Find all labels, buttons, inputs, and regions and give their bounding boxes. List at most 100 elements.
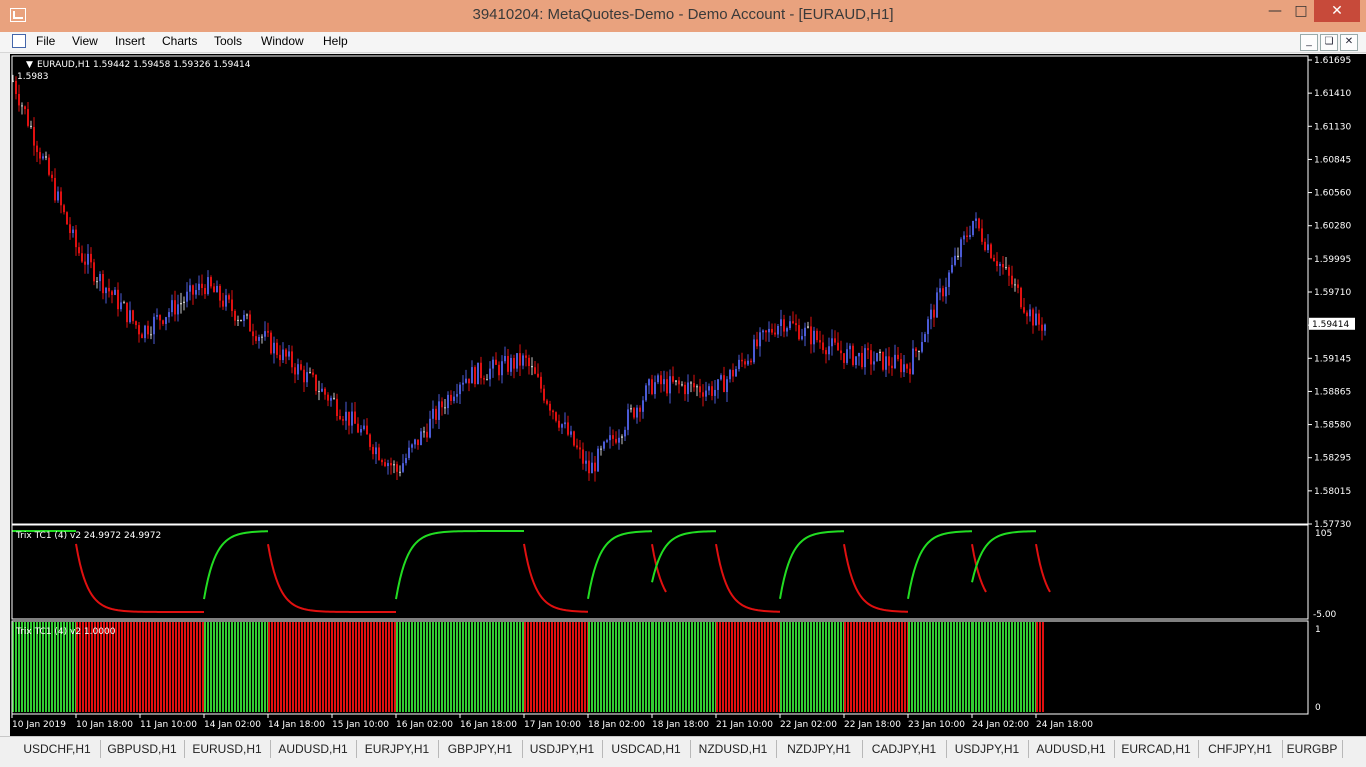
trix-histogram-bar [895, 622, 897, 712]
trix-histogram-bar [423, 622, 425, 712]
chart-tab[interactable]: AUDUSD,H1 [270, 740, 357, 758]
time-label: 24 Jan 18:00 [1036, 720, 1093, 730]
trix-histogram-indicator [12, 622, 1044, 712]
mdi-close-button[interactable]: ✕ [1340, 34, 1358, 51]
candle-body [516, 353, 518, 369]
chart-tab[interactable]: EURUSD,H1 [184, 740, 271, 758]
trix-histogram-bar [825, 622, 827, 712]
trix-histogram-bar [127, 622, 129, 712]
chart-canvas[interactable]: 1.61695 1.61410 1.61130 1.60845 1.60560 1.602… [10, 54, 1366, 736]
candle-body [885, 356, 887, 370]
trix-histogram-bar [914, 622, 916, 712]
chart-area[interactable]: 1.61695 1.61410 1.61130 1.60845 1.60560 1.602… [10, 54, 1366, 736]
candle-body [267, 331, 269, 333]
candle-body [999, 263, 1001, 267]
candle-body [1032, 309, 1034, 326]
trix-histogram-bar [524, 622, 526, 712]
candle-body [705, 390, 707, 397]
candle-body [171, 300, 173, 313]
mdi-restore-button[interactable]: ❏ [1320, 34, 1338, 51]
trix-histogram-bar [847, 622, 849, 712]
menu-insert[interactable]: Insert [115, 34, 145, 48]
trix-histogram-bar [394, 622, 396, 712]
candle-body [45, 156, 47, 158]
candle-body [816, 330, 818, 341]
chart-tab[interactable]: USDJPY,H1 [946, 740, 1029, 758]
candle-body [567, 422, 569, 435]
chart-tab[interactable]: AUDUSD,H1 [1028, 740, 1115, 758]
trix-histogram-bar [539, 622, 541, 712]
trix-histogram-bar [492, 622, 494, 712]
time-label: 17 Jan 10:00 [524, 720, 581, 730]
price-label: 1.60280 [1314, 222, 1351, 232]
trix-histogram-bar [295, 622, 297, 712]
trix-histogram-bar [274, 622, 276, 712]
candle-body [438, 401, 440, 420]
chart-tab[interactable]: USDJPY,H1 [522, 740, 603, 758]
trix-histogram-bar [764, 622, 766, 712]
candle-body [1002, 263, 1004, 268]
mdi-minimize-button[interactable]: _ [1300, 34, 1318, 51]
minimize-button[interactable]: — [1262, 0, 1288, 22]
candle-body [441, 401, 443, 408]
trix-histogram-bar [661, 622, 663, 712]
chart-tab[interactable]: EURJPY,H1 [356, 740, 439, 758]
chart-tab[interactable]: GBPUSD,H1 [100, 740, 185, 758]
trix-histogram-bar [737, 622, 739, 712]
chart-tab[interactable]: USDCAD,H1 [602, 740, 691, 758]
candle-body [549, 403, 551, 411]
trix-histogram-bar [612, 622, 614, 712]
trix-histogram-bar [594, 622, 596, 712]
chart-header-arrow[interactable]: ▼ [26, 60, 33, 70]
menu-file[interactable]: File [36, 34, 55, 48]
trix-histogram-bar [789, 622, 791, 712]
price-label: 1.60560 [1314, 189, 1351, 199]
trix-histogram-bar [337, 622, 339, 712]
menu-tools[interactable]: Tools [214, 34, 242, 48]
candle-body [894, 354, 896, 369]
chart-tab[interactable]: CHFJPY,H1 [1198, 740, 1283, 758]
menu-charts[interactable]: Charts [162, 34, 197, 48]
trix-line-segment [203, 530, 269, 600]
menu-window[interactable]: Window [261, 34, 304, 48]
trix-histogram-bar [734, 622, 736, 712]
chart-tab[interactable]: NZDUSD,H1 [690, 740, 777, 758]
time-label: 11 Jan 10:00 [140, 720, 197, 730]
chart-window-icon[interactable] [12, 34, 26, 48]
candle-body [684, 384, 686, 395]
menu-view[interactable]: View [72, 34, 98, 48]
candle-body [405, 458, 407, 464]
trix-histogram-bar [435, 622, 437, 712]
chart-tab[interactable]: CADJPY,H1 [862, 740, 947, 758]
menu-help[interactable]: Help [323, 34, 348, 48]
candle-body [39, 152, 41, 159]
trix-histogram-bar [685, 622, 687, 712]
candle-body [933, 309, 935, 318]
chart-tab[interactable]: EURCAD,H1 [1114, 740, 1199, 758]
candle-body [261, 336, 263, 338]
trix-line-segment [843, 543, 909, 613]
candle-body [882, 351, 884, 370]
trix-histogram-bar [840, 622, 842, 712]
close-button[interactable]: ✕ [1314, 0, 1360, 22]
trix-histogram-bar [151, 622, 153, 712]
candle-body [531, 365, 533, 368]
trix-histogram-bar [286, 622, 288, 712]
trix-histogram-bar [1032, 622, 1034, 712]
mdi-controls: _ ❏ ✕ [1298, 33, 1358, 51]
candle-body [264, 331, 266, 337]
chart-tab[interactable]: NZDJPY,H1 [776, 740, 863, 758]
candle-body [528, 357, 530, 366]
trix-histogram-bar [968, 622, 970, 712]
chart-tab[interactable]: EURGBP [1282, 740, 1343, 758]
trix-histogram-bar [190, 622, 192, 712]
trix-histogram-bar [243, 622, 245, 712]
maximize-button[interactable]: □ [1288, 0, 1314, 22]
candle-body [828, 346, 830, 355]
chart-tab[interactable]: GBPJPY,H1 [438, 740, 523, 758]
trix-histogram-bar [199, 622, 201, 712]
candle-body [774, 332, 776, 335]
chart-tab[interactable]: USDCHF,H1 [14, 740, 101, 758]
trix-histogram-bar [367, 622, 369, 712]
trix-histogram-bar [533, 622, 535, 712]
